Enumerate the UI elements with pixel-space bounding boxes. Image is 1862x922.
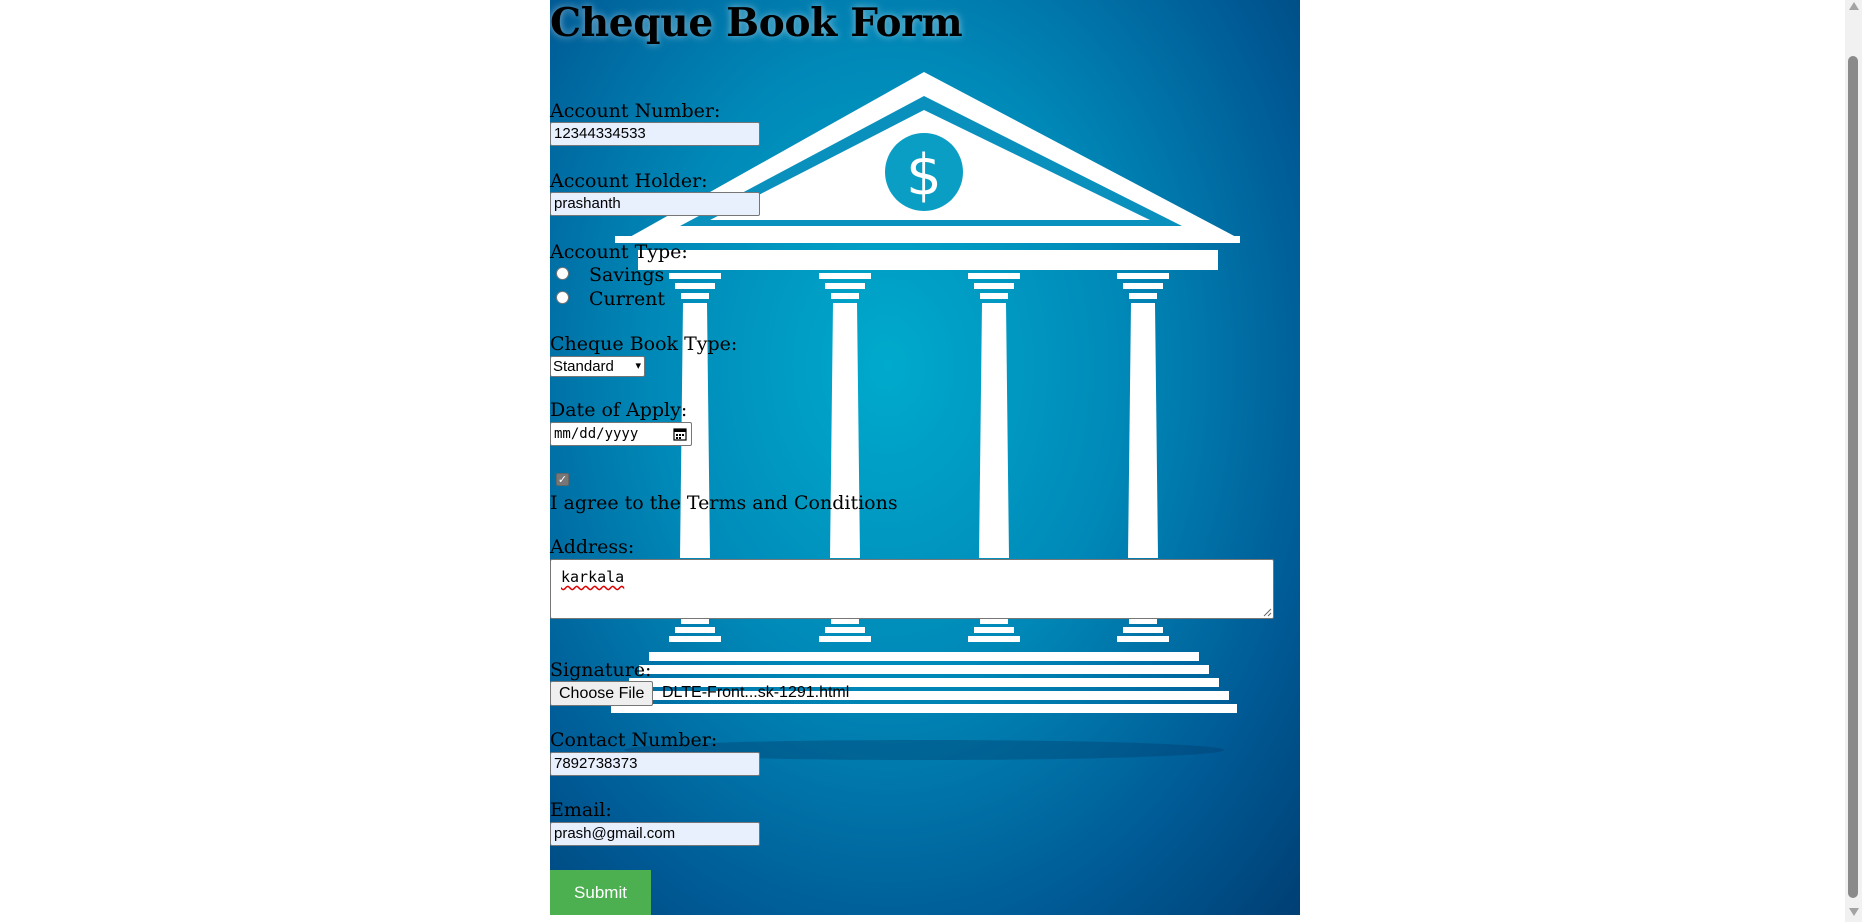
signature-label: Signature:	[550, 659, 652, 681]
account-number-label: Account Number:	[550, 100, 721, 122]
calendar-icon[interactable]	[673, 427, 687, 441]
cheque-book-type-label: Cheque Book Type:	[550, 333, 738, 355]
date-placeholder: mm/dd/yyyy	[554, 426, 639, 442]
contact-number-label: Contact Number:	[550, 729, 718, 751]
cheque-book-type-value: Standard	[553, 358, 614, 375]
page-viewport: $ Cheque Book Form Account Number: 12344…	[0, 0, 1862, 922]
page-title: Cheque Book Form	[550, 0, 963, 46]
contact-number-input[interactable]: 7892738373	[550, 752, 760, 776]
selected-file-name: DLTE-Front...sk-1291.html	[662, 684, 850, 701]
address-label: Address:	[550, 536, 635, 558]
date-of-apply-label: Date of Apply:	[550, 399, 688, 421]
account-holder-input[interactable]: prashanth	[550, 192, 760, 216]
current-radio[interactable]	[556, 291, 569, 304]
svg-text:$: $	[906, 143, 942, 208]
account-number-input[interactable]: 12344334533	[550, 122, 760, 146]
email-label: Email:	[550, 799, 612, 821]
terms-label: I agree to the Terms and Conditions	[550, 492, 898, 514]
current-label: Current	[589, 288, 666, 310]
savings-radio[interactable]	[556, 267, 569, 280]
address-value: karkala	[561, 568, 625, 586]
date-of-apply-input[interactable]: mm/dd/yyyy	[550, 422, 692, 446]
scrollbar-thumb[interactable]	[1848, 56, 1858, 898]
account-type-label: Account Type:	[550, 241, 688, 263]
chevron-down-icon: ▾	[635, 360, 641, 372]
scroll-up-arrow-icon[interactable]	[1849, 2, 1859, 10]
cheque-book-type-select[interactable]: Standard ▾	[550, 356, 645, 377]
resize-handle-icon[interactable]	[1263, 608, 1272, 617]
email-input[interactable]: prash@gmail.com	[550, 822, 760, 846]
savings-label: Savings	[589, 264, 665, 286]
submit-button[interactable]: Submit	[550, 870, 651, 915]
choose-file-button[interactable]: Choose File	[550, 681, 654, 706]
terms-checkbox[interactable]: ✓	[556, 473, 569, 486]
address-textarea[interactable]: karkala	[550, 559, 1274, 619]
account-holder-label: Account Holder:	[550, 170, 708, 192]
scroll-down-arrow-icon[interactable]	[1849, 908, 1859, 916]
vertical-scrollbar[interactable]	[1845, 0, 1862, 922]
